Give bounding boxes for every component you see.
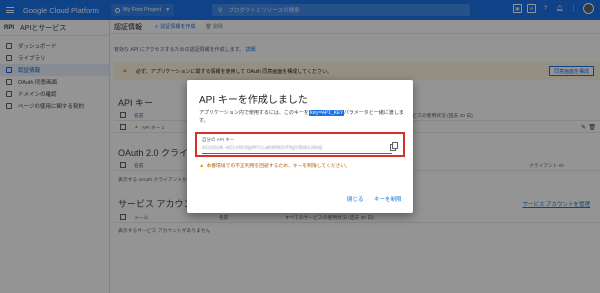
api-key-label: 自分の API キー: [202, 137, 235, 142]
api-key-value[interactable]: AIzaSyB-mZ1vXk3QpR7tLwE9hN2cF5gYdU8sJ0oQ: [202, 145, 382, 152]
api-key-param: key=API_KEY: [308, 110, 344, 116]
warning-icon: ▲: [199, 162, 205, 169]
dialog-title: API キーを作成しました: [199, 95, 308, 106]
copy-icon[interactable]: [390, 142, 398, 151]
restrict-warning-text: 本番環境での不正利用を回避するため、キーを制限してください。: [206, 164, 351, 169]
close-button[interactable]: 閉じる: [347, 195, 364, 203]
dialog-body-text: アプリケーション内で使用するには、このキーを: [199, 110, 309, 116]
api-key-field-highlight: 自分の API キー AIzaSyB-mZ1vXk3QpR7tLwE9hN2cF…: [195, 132, 405, 157]
restrict-key-warning: ▲ 本番環境での不正利用を回避するため、キーを制限してください。: [199, 162, 351, 170]
restrict-key-button[interactable]: キーを制限: [374, 195, 402, 203]
dialog-body: アプリケーション内で使用するには、このキーをkey=API_KEYパラメータと一…: [199, 109, 404, 125]
api-key-created-dialog: API キーを作成しました アプリケーション内で使用するには、このキーをkey=…: [187, 80, 413, 213]
field-underline: [202, 153, 392, 154]
